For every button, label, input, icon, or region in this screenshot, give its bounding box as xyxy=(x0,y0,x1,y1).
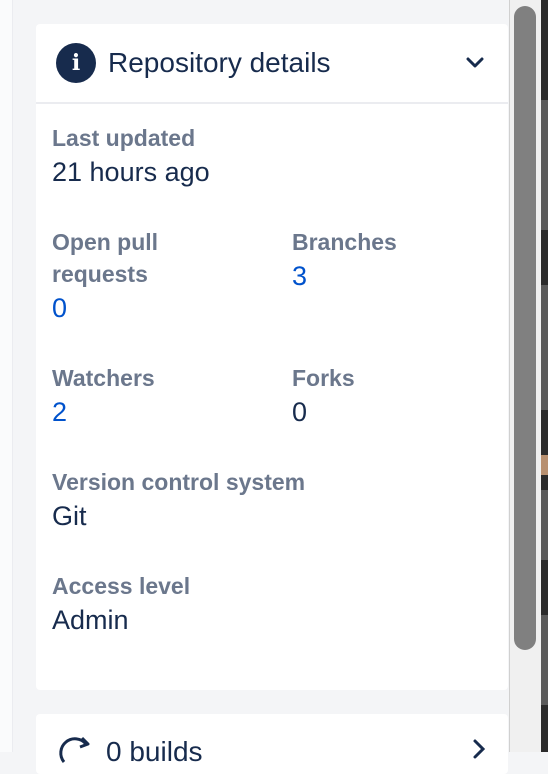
builds-card[interactable]: 0 builds xyxy=(36,714,508,774)
side-tool-strip xyxy=(541,0,548,752)
last-updated-value: 21 hours ago xyxy=(52,157,210,187)
left-gutter xyxy=(0,0,13,752)
strip-icon xyxy=(541,455,548,475)
last-updated-label: Last updated xyxy=(52,125,196,151)
branches-link[interactable]: 3 xyxy=(292,258,397,294)
watchers-section: Watchers 2 xyxy=(52,362,155,430)
repository-details-header[interactable]: i Repository details xyxy=(36,24,508,104)
strip-tab-2 xyxy=(541,285,548,410)
open-pull-requests-section: Open pull requests 0 xyxy=(52,226,158,326)
branches-section: Branches 3 xyxy=(292,226,397,294)
vcs-value: Git xyxy=(52,501,87,531)
scrollbar-thumb[interactable] xyxy=(514,6,536,650)
access-level-label: Access level xyxy=(52,573,191,599)
access-level-section: Access level Admin xyxy=(52,570,190,638)
open-pull-requests-link[interactable]: 0 xyxy=(52,290,158,326)
strip-tab-4 xyxy=(541,615,548,705)
vcs-section: Version control system Git xyxy=(52,466,305,534)
watchers-label: Watchers xyxy=(52,365,155,391)
forks-label: Forks xyxy=(292,365,355,391)
watchers-link[interactable]: 2 xyxy=(52,394,155,430)
open-pull-requests-label-line1: Open pull xyxy=(52,229,159,255)
chevron-down-icon[interactable] xyxy=(464,52,486,74)
repository-details-card: i Repository details Last updated 21 hou… xyxy=(36,24,508,690)
forks-section: Forks 0 xyxy=(292,362,355,430)
last-updated-section: Last updated 21 hours ago xyxy=(52,122,210,190)
forks-value: 0 xyxy=(292,397,308,427)
branches-label: Branches xyxy=(292,229,397,255)
info-icon: i xyxy=(56,43,96,83)
access-level-value: Admin xyxy=(52,605,129,635)
strip-tab-3 xyxy=(541,490,548,560)
card-title: Repository details xyxy=(108,47,331,78)
strip-tab-1 xyxy=(541,100,548,230)
vcs-label: Version control system xyxy=(52,469,306,495)
open-pull-requests-label-line2: requests xyxy=(52,261,148,287)
builds-row[interactable]: 0 builds xyxy=(36,714,508,769)
